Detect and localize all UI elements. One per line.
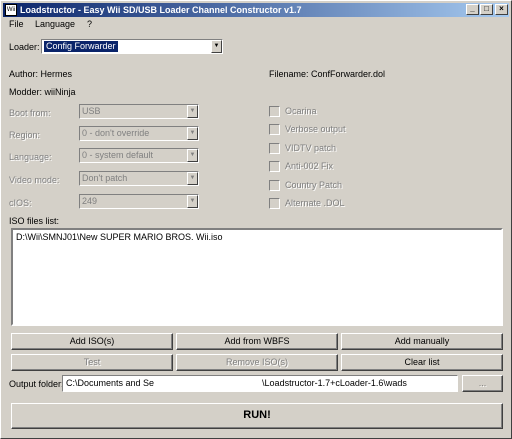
cios-value: 249 xyxy=(82,196,98,206)
region-select[interactable]: 0 - don't override ▼ xyxy=(79,126,199,141)
modder-text: Modder: wiiNinja xyxy=(9,87,76,97)
filename-text: Filename: ConfForwarder.dol xyxy=(269,69,386,79)
maximize-button[interactable]: □ xyxy=(480,4,493,15)
loader-select[interactable]: Config Forwarder ▼ xyxy=(41,39,223,54)
checkbox-box[interactable] xyxy=(269,198,280,209)
output-path-start: C:\Documents and Se xyxy=(66,378,155,388)
minimize-button[interactable]: _ xyxy=(466,4,479,15)
vidtv-label: VIDTV patch xyxy=(285,143,337,153)
checkbox-box[interactable] xyxy=(269,143,280,154)
output-folder-label: Output folder: xyxy=(9,379,64,389)
chevron-down-icon[interactable]: ▼ xyxy=(187,127,198,140)
clear-list-button[interactable]: Clear list xyxy=(341,354,503,371)
boot-from-label: Boot from: xyxy=(9,108,51,118)
video-mode-select[interactable]: Don't patch ▼ xyxy=(79,171,199,186)
iso-listbox[interactable]: D:\Wii\SMNJ01\New SUPER MARIO BROS. Wii.… xyxy=(11,228,503,326)
window-title: Loadstructor - Easy Wii SD/USB Loader Ch… xyxy=(20,5,302,15)
country-label: Country Patch xyxy=(285,180,343,190)
main-window: Wii Loadstructor - Easy Wii SD/USB Loade… xyxy=(0,0,512,439)
maximize-icon: □ xyxy=(484,4,489,13)
chevron-down-icon[interactable]: ▼ xyxy=(187,105,198,118)
alternate-label: Alternate .DOL xyxy=(285,198,345,208)
loader-label: Loader: xyxy=(9,42,40,52)
add-iso-button[interactable]: Add ISO(s) xyxy=(11,333,173,350)
region-value: 0 - don't override xyxy=(82,128,150,138)
chevron-down-icon[interactable]: ▼ xyxy=(187,149,198,162)
anti002-label: Anti-002 Fix xyxy=(285,161,334,171)
checkbox-box[interactable] xyxy=(269,106,280,117)
cios-select[interactable]: 249 ▼ xyxy=(79,194,199,209)
close-button[interactable]: × xyxy=(495,4,508,15)
chevron-down-icon[interactable]: ▼ xyxy=(187,195,198,208)
cios-label: cIOS: xyxy=(9,198,32,208)
browse-button[interactable]: ... xyxy=(462,375,503,392)
checkbox-box[interactable] xyxy=(269,124,280,135)
list-item[interactable]: D:\Wii\SMNJ01\New SUPER MARIO BROS. Wii.… xyxy=(16,232,498,242)
language-label: Language: xyxy=(9,152,52,162)
output-path-end: \Loadstructor-1.7+cLoader-1.6\wads xyxy=(262,378,407,388)
run-button[interactable]: RUN! xyxy=(11,403,503,429)
test-button[interactable]: Test xyxy=(11,354,173,371)
remove-iso-button[interactable]: Remove ISO(s) xyxy=(176,354,338,371)
chevron-down-icon[interactable]: ▼ xyxy=(187,172,198,185)
minimize-icon: _ xyxy=(470,4,475,13)
add-from-wbfs-button[interactable]: Add from WBFS xyxy=(176,333,338,350)
boot-from-value: USB xyxy=(82,106,101,116)
language-value: 0 - system default xyxy=(82,150,154,160)
video-mode-value: Don't patch xyxy=(82,173,128,183)
menu-bar: File Language ? xyxy=(3,18,509,32)
add-manually-button[interactable]: Add manually xyxy=(341,333,503,350)
menu-file[interactable]: File xyxy=(9,19,24,29)
iso-list-label: ISO files list: xyxy=(9,216,60,226)
output-folder-field[interactable]: C:\Documents and Se \Loadstructor-1.7+cLo… xyxy=(62,375,458,392)
ocarina-label: Ocarina xyxy=(285,106,317,116)
verbose-label: Verbose output xyxy=(285,124,346,134)
menu-help[interactable]: ? xyxy=(87,19,92,29)
author-text: Author: Hermes xyxy=(9,69,73,79)
chevron-down-icon[interactable]: ▼ xyxy=(211,40,222,53)
menu-language[interactable]: Language xyxy=(35,19,75,29)
boot-from-select[interactable]: USB ▼ xyxy=(79,104,199,119)
checkbox-box[interactable] xyxy=(269,161,280,172)
language-select[interactable]: 0 - system default ▼ xyxy=(79,148,199,163)
loader-value: Config Forwarder xyxy=(44,41,118,52)
checkbox-box[interactable] xyxy=(269,180,280,191)
close-icon: × xyxy=(499,4,504,13)
title-bar[interactable]: Wii Loadstructor - Easy Wii SD/USB Loade… xyxy=(3,3,509,17)
video-mode-label: Video mode: xyxy=(9,175,60,185)
app-icon: Wii xyxy=(5,4,17,16)
region-label: Region: xyxy=(9,130,41,140)
